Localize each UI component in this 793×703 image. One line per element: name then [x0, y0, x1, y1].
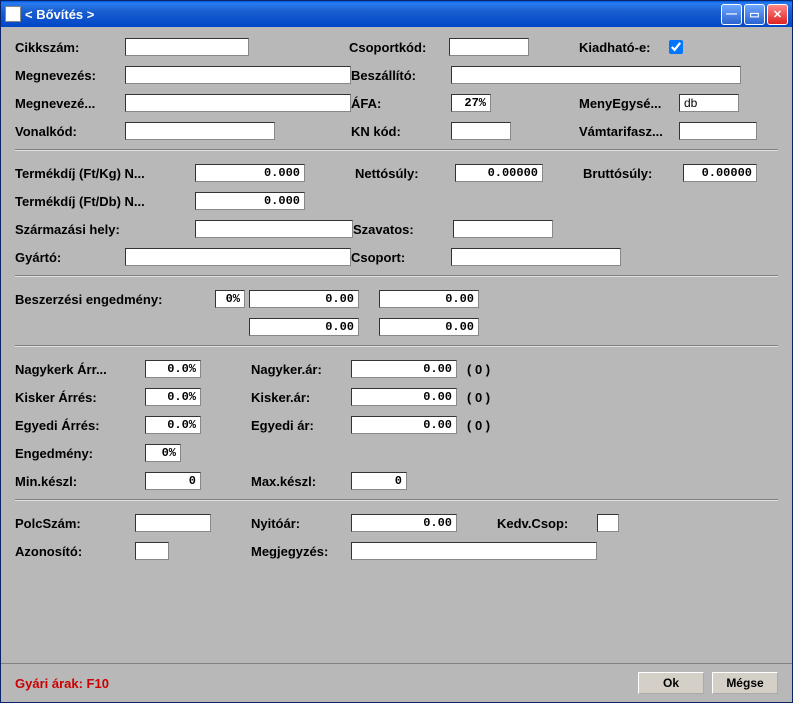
- label-megneveze: Megnevezé...: [15, 96, 125, 111]
- input-beszallito[interactable]: [451, 66, 741, 84]
- titlebar[interactable]: < Bővítés > — ▭ ✕: [1, 1, 792, 27]
- input-csoportkod[interactable]: [449, 38, 529, 56]
- label-kiadhato: Kiadható-e:: [579, 40, 651, 55]
- label-termekdij-kg: Termékdíj (Ft/Kg) N...: [15, 166, 175, 181]
- window-title: < Bővítés >: [25, 7, 721, 22]
- label-vamtarifasz: Vámtarifasz...: [579, 124, 679, 139]
- minimize-button[interactable]: —: [721, 4, 742, 25]
- label-azonosito: Azonosító:: [15, 544, 125, 559]
- checkbox-kiadhato[interactable]: [669, 40, 683, 54]
- input-maxkeszl[interactable]: [351, 472, 407, 490]
- input-vonalkod[interactable]: [125, 122, 275, 140]
- input-szarmazasi[interactable]: [195, 220, 353, 238]
- input-nettosuly[interactable]: [455, 164, 543, 182]
- label-megnevezes: Megnevezés:: [15, 68, 125, 83]
- input-bruttosuly[interactable]: [683, 164, 757, 182]
- input-kedv-csop[interactable]: [597, 514, 619, 532]
- label-megjegyzes: Megjegyzés:: [251, 544, 351, 559]
- input-gyarto[interactable]: [125, 248, 351, 266]
- input-vamtarifasz[interactable]: [679, 122, 757, 140]
- label-egyedi-ar: Egyedi ár:: [251, 418, 351, 433]
- separator: [15, 345, 778, 347]
- label-nagyker-ar: Nagyker.ár:: [251, 362, 351, 377]
- label-szavatos: Szavatos:: [353, 222, 453, 237]
- input-engedmeny[interactable]: [145, 444, 181, 462]
- separator: [15, 499, 778, 501]
- label-gyarto: Gyártó:: [15, 250, 125, 265]
- input-afa[interactable]: [451, 94, 491, 112]
- input-egyedi-ar[interactable]: [351, 416, 457, 434]
- separator: [15, 275, 778, 277]
- label-beszallito: Beszállító:: [351, 68, 451, 83]
- close-button[interactable]: ✕: [767, 4, 788, 25]
- label-kisker-arres: Kisker Árrés:: [15, 390, 125, 405]
- footer: Gyári árak: F10 Ok Mégse: [1, 663, 792, 702]
- form-area: Cikkszám: Csoportkód: Kiadható-e: Megnev…: [1, 27, 792, 663]
- input-besz-eng-2[interactable]: [379, 290, 479, 308]
- input-nyitoar[interactable]: [351, 514, 457, 532]
- input-szavatos[interactable]: [453, 220, 553, 238]
- label-kisker-ar: Kisker.ár:: [251, 390, 351, 405]
- input-besz-eng-pct[interactable]: [215, 290, 245, 308]
- input-kisker-ar[interactable]: [351, 388, 457, 406]
- label-csoportkod: Csoportkód:: [349, 40, 449, 55]
- input-knkod[interactable]: [451, 122, 511, 140]
- label-nettosuly: Nettósúly:: [355, 166, 455, 181]
- input-cikkszam[interactable]: [125, 38, 249, 56]
- label-engedmeny: Engedmény:: [15, 446, 125, 461]
- label-knkod: KN kód:: [351, 124, 451, 139]
- input-besz-eng-4[interactable]: [379, 318, 479, 336]
- input-minkeszl[interactable]: [145, 472, 201, 490]
- maximize-button[interactable]: ▭: [744, 4, 765, 25]
- input-nagykerk-arres[interactable]: [145, 360, 201, 378]
- input-polcszam[interactable]: [135, 514, 211, 532]
- input-besz-eng-1[interactable]: [249, 290, 359, 308]
- label-szarmazasi: Származási hely:: [15, 222, 175, 237]
- input-egyedi-arres[interactable]: [145, 416, 201, 434]
- input-megjegyzes[interactable]: [351, 542, 597, 560]
- window: < Bővítés > — ▭ ✕ Cikkszám: Csoportkód: …: [0, 0, 793, 703]
- input-besz-eng-3[interactable]: [249, 318, 359, 336]
- label-maxkeszl: Max.készl:: [251, 474, 351, 489]
- label-polcszam: PolcSzám:: [15, 516, 125, 531]
- input-termekdij-db[interactable]: [195, 192, 305, 210]
- label-vonalkod: Vonalkód:: [15, 124, 125, 139]
- input-menyegyse[interactable]: [679, 94, 739, 112]
- label-kedv-csop: Kedv.Csop:: [497, 516, 597, 531]
- cancel-button[interactable]: Mégse: [712, 672, 778, 694]
- input-nagyker-ar[interactable]: [351, 360, 457, 378]
- label-csoport: Csoport:: [351, 250, 451, 265]
- paren-kisker: ( 0 ): [467, 390, 490, 405]
- label-bruttosuly: Bruttósúly:: [583, 166, 683, 181]
- ok-button[interactable]: Ok: [638, 672, 704, 694]
- label-afa: ÁFA:: [351, 96, 451, 111]
- label-minkeszl: Min.készl:: [15, 474, 125, 489]
- paren-nagyker: ( 0 ): [467, 362, 490, 377]
- label-termekdij-db: Termékdíj (Ft/Db) N...: [15, 194, 175, 209]
- separator: [15, 149, 778, 151]
- label-egyedi-arres: Egyedi Árrés:: [15, 418, 125, 433]
- label-cikkszam: Cikkszám:: [15, 40, 125, 55]
- paren-egyedi: ( 0 ): [467, 418, 490, 433]
- label-menyegyse: MenyEgysé...: [579, 96, 679, 111]
- input-megnevezes[interactable]: [125, 66, 351, 84]
- app-icon: [5, 6, 21, 22]
- input-kisker-arres[interactable]: [145, 388, 201, 406]
- footer-text: Gyári árak: F10: [15, 676, 630, 691]
- input-csoport[interactable]: [451, 248, 621, 266]
- input-termekdij-kg[interactable]: [195, 164, 305, 182]
- label-nagykerk-arr: Nagykerk Árr...: [15, 362, 125, 377]
- input-azonosito[interactable]: [135, 542, 169, 560]
- input-megneveze[interactable]: [125, 94, 351, 112]
- label-nyitoar: Nyitóár:: [251, 516, 351, 531]
- label-beszerzesi-eng: Beszerzési engedmény:: [15, 292, 195, 307]
